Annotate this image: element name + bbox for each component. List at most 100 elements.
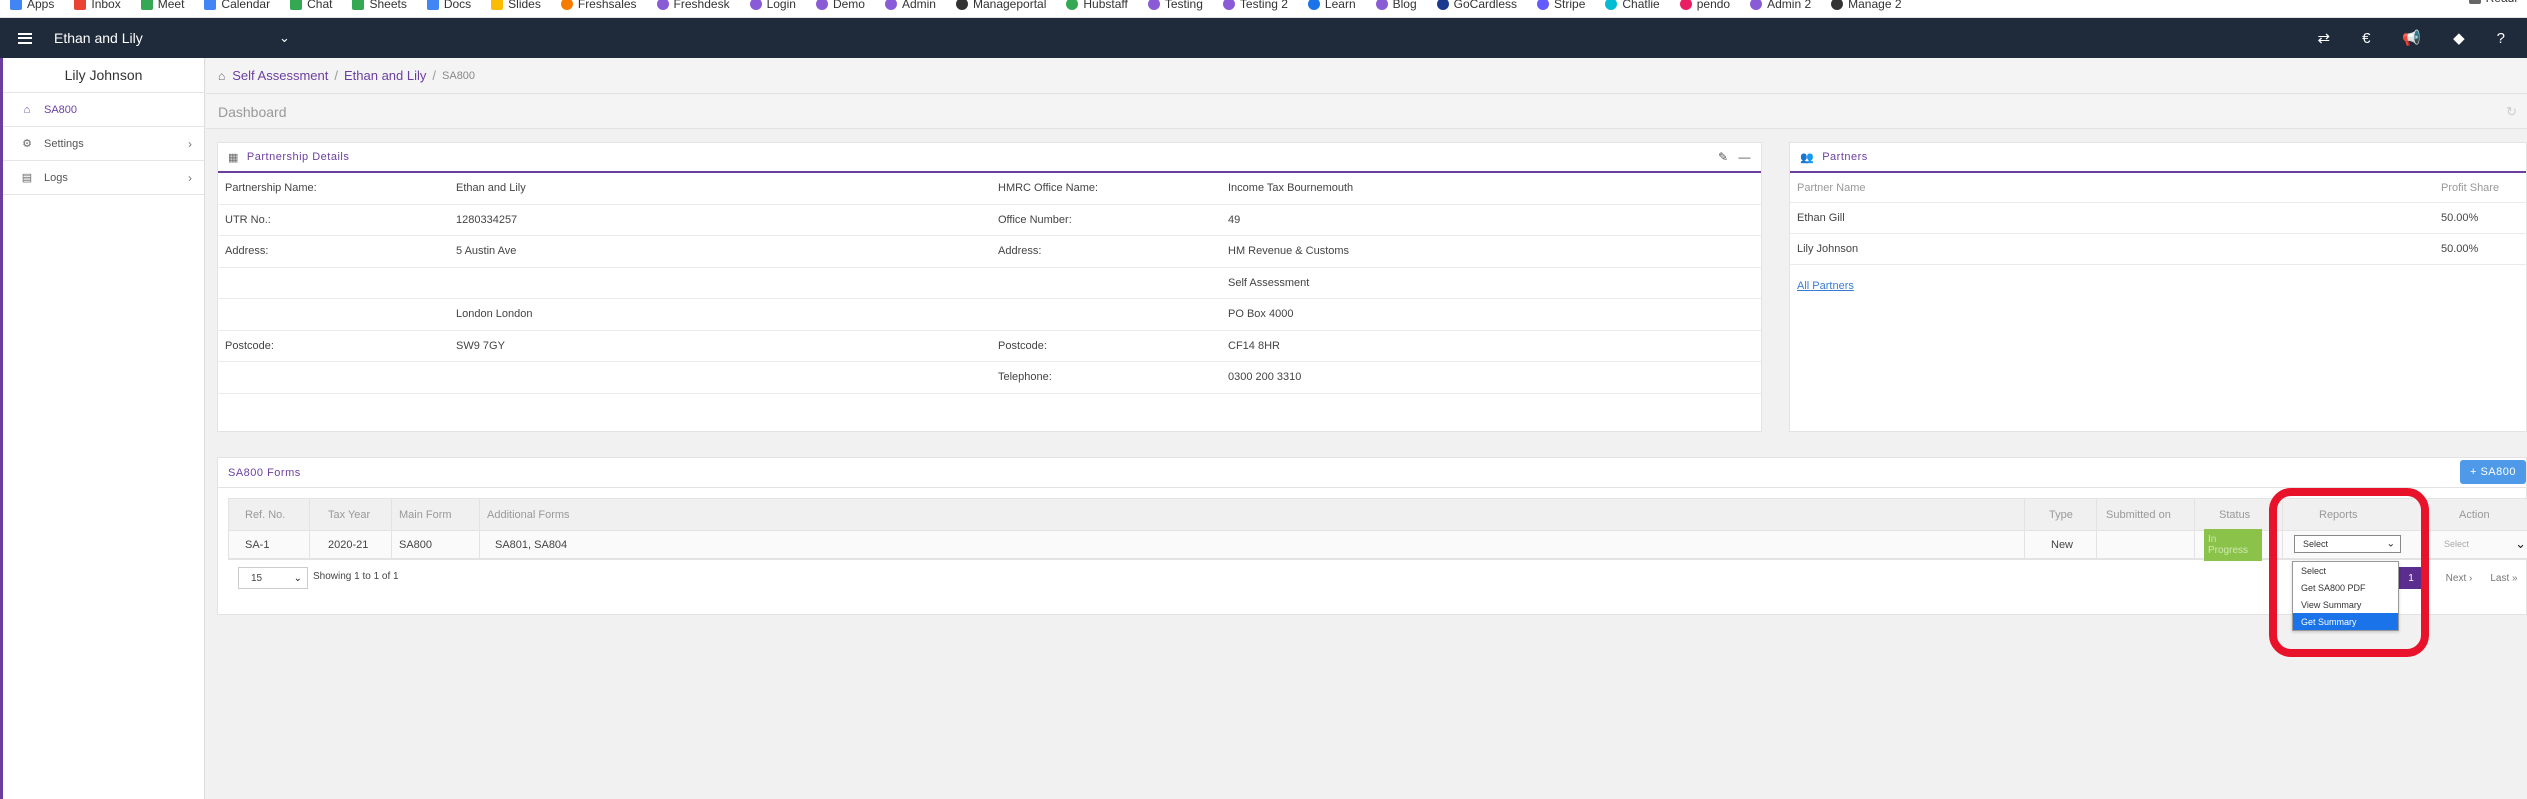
detail-label: HMRC Office Name: (998, 182, 1099, 195)
bookmark-item[interactable]: Demo (815, 0, 865, 11)
cell-type: New (2051, 538, 2074, 551)
bookmark-icon (491, 0, 504, 10)
bookmark-item[interactable]: Apps (10, 0, 54, 11)
gear-icon: ⚙ (22, 138, 32, 150)
menu-icon[interactable] (18, 32, 32, 44)
table-row: SA-1 2020-21 SA800 SA801, SA804 New In P… (229, 528, 2527, 561)
detail-value: 1280334257 (456, 213, 518, 226)
bookmark-item[interactable]: Manage 2 (1831, 0, 1902, 11)
minimize-icon[interactable]: — (1739, 150, 1752, 164)
bookmark-label: Testing 2 (1239, 0, 1288, 11)
detail-value: Self Assessment (1228, 276, 1310, 289)
bookmark-icon (1375, 0, 1388, 10)
panel-header: 👥 Partners (1790, 143, 2526, 173)
home-icon: ⌂ (23, 103, 31, 116)
detail-label: Address: (998, 245, 1042, 258)
breadcrumb-separator: / (432, 68, 437, 83)
bookmark-item[interactable]: GoCardless (1436, 0, 1517, 11)
status-badge: In Progress (2204, 528, 2262, 561)
edit-icon[interactable]: ✎ (1718, 150, 1729, 164)
detail-value: CF14 8HR (1228, 339, 1280, 352)
bookmark-icon (656, 0, 669, 10)
bookmark-item[interactable]: Docs (426, 0, 472, 11)
next-page-button[interactable]: Next › (2440, 567, 2478, 589)
bookmark-label: Hubstaff (1083, 0, 1128, 11)
bookmark-item[interactable]: Testing 2 (1222, 0, 1288, 11)
breadcrumb-self-assessment[interactable]: Self Assessment (232, 68, 328, 83)
bookmark-item[interactable]: Inbox (74, 0, 121, 11)
all-partners-link[interactable]: All Partners (1797, 280, 1854, 292)
bookmark-label: Calendar (221, 0, 271, 11)
sa800-forms-panel: SA800 Forms + SA800 Ref. No. Tax Year Ma… (217, 457, 2527, 615)
partner-name: Lily Johnson (1797, 243, 1859, 255)
bookmark-item[interactable]: Manageportal (955, 0, 1046, 11)
euro-icon[interactable]: € (2362, 30, 2370, 47)
bookmark-item[interactable]: Testing (1147, 0, 1203, 11)
help-icon[interactable]: ? (2497, 30, 2505, 47)
action-select[interactable]: Select ⌄ (2436, 535, 2526, 553)
detail-value: London London (456, 308, 533, 321)
sidebar-item-sa800[interactable]: ⌂ SA800 (3, 93, 204, 127)
detail-label: Partnership Name: (225, 182, 317, 195)
bookmark-icon (352, 0, 365, 10)
bookmark-item[interactable]: Stripe (1537, 0, 1585, 11)
bookmark-label: Apps (27, 0, 55, 11)
bookmark-item[interactable]: Freshsales (560, 0, 637, 11)
top-icons: ⇄ € 📢 ◆ ? (2318, 18, 2506, 58)
header-action: Action (2459, 508, 2490, 521)
sidebar-item-settings[interactable]: ⚙ Settings › (3, 127, 204, 161)
add-sa800-button[interactable]: + SA800 (2460, 460, 2526, 484)
bookmark-item[interactable]: Chat (290, 0, 332, 11)
detail-row: Postcode: SW9 7GY Postcode: CF14 8HR (218, 331, 1761, 362)
file-icon: ▤ (21, 172, 33, 184)
chevron-right-icon: › (188, 170, 192, 185)
chevron-right-icon: › (188, 136, 192, 151)
profit-share: 50.00% (2441, 243, 2479, 255)
panel-header: ▦ Partnership Details ✎ — (218, 143, 1761, 173)
announcement-icon[interactable]: 📢 (2402, 29, 2421, 47)
detail-row: London London PO Box 4000 (218, 299, 1761, 331)
reading-list-icon (2468, 0, 2481, 4)
bookmark-item[interactable]: Freshdesk (656, 0, 730, 11)
detail-value: 5 Austin Ave (456, 245, 517, 258)
bookmark-label: Login (766, 0, 796, 11)
cell-main: SA800 (399, 538, 433, 551)
bookmark-icon (1679, 0, 1692, 10)
header-additional: Additional Forms (487, 508, 570, 521)
bookmark-item[interactable]: pendo (1679, 0, 1731, 11)
chevron-down-icon[interactable]: ⌄ (279, 30, 290, 46)
pagination-row: 15 ⌄ Showing 1 to 1 of 1 1 Next › Last » (228, 563, 2527, 593)
bookmark-label: Learn (1324, 0, 1356, 11)
bookmark-icon (1436, 0, 1449, 10)
detail-row: Telephone: 0300 200 3310 (218, 362, 1761, 394)
bookmark-item[interactable]: Blog (1375, 0, 1417, 11)
bookmark-label: Docs (443, 0, 472, 11)
bookmark-label: Meet (157, 0, 185, 11)
bookmark-item[interactable]: Hubstaff (1066, 0, 1128, 11)
bookmark-item[interactable]: Meet (140, 0, 185, 11)
bookmark-label: pendo (1696, 0, 1731, 11)
home-icon[interactable]: ⌂ (218, 69, 225, 83)
bookmark-item[interactable]: Sheets (352, 0, 407, 11)
reading-list-button[interactable]: Readi (2468, 0, 2517, 5)
bookmark-icon (560, 0, 573, 10)
breadcrumb-client[interactable]: Ethan and Lily (344, 68, 426, 83)
bookmark-item[interactable]: Admin (884, 0, 936, 11)
bookmark-item[interactable]: Slides (491, 0, 541, 11)
bookmark-label: Inbox (91, 0, 121, 11)
bookmark-icon (955, 0, 968, 10)
header-profit-share: Profit Share (2441, 181, 2500, 194)
bookmark-icon (815, 0, 828, 10)
last-page-button[interactable]: Last » (2484, 567, 2524, 589)
chevron-down-icon: ⌄ (293, 572, 302, 584)
bookmark-item[interactable]: Admin 2 (1750, 0, 1811, 11)
page-size-select[interactable]: 15 ⌄ (238, 567, 308, 589)
refresh-icon[interactable]: ↻ (2506, 104, 2517, 120)
sidebar-item-logs[interactable]: ▤ Logs › (3, 161, 204, 195)
tag-icon[interactable]: ◆ (2453, 29, 2465, 47)
bookmark-item[interactable]: Chatlie (1605, 0, 1660, 11)
bookmark-item[interactable]: Calendar (204, 0, 270, 11)
transfer-icon[interactable]: ⇄ (2318, 29, 2331, 47)
bookmark-item[interactable]: Learn (1307, 0, 1356, 11)
bookmark-item[interactable]: Login (749, 0, 796, 11)
